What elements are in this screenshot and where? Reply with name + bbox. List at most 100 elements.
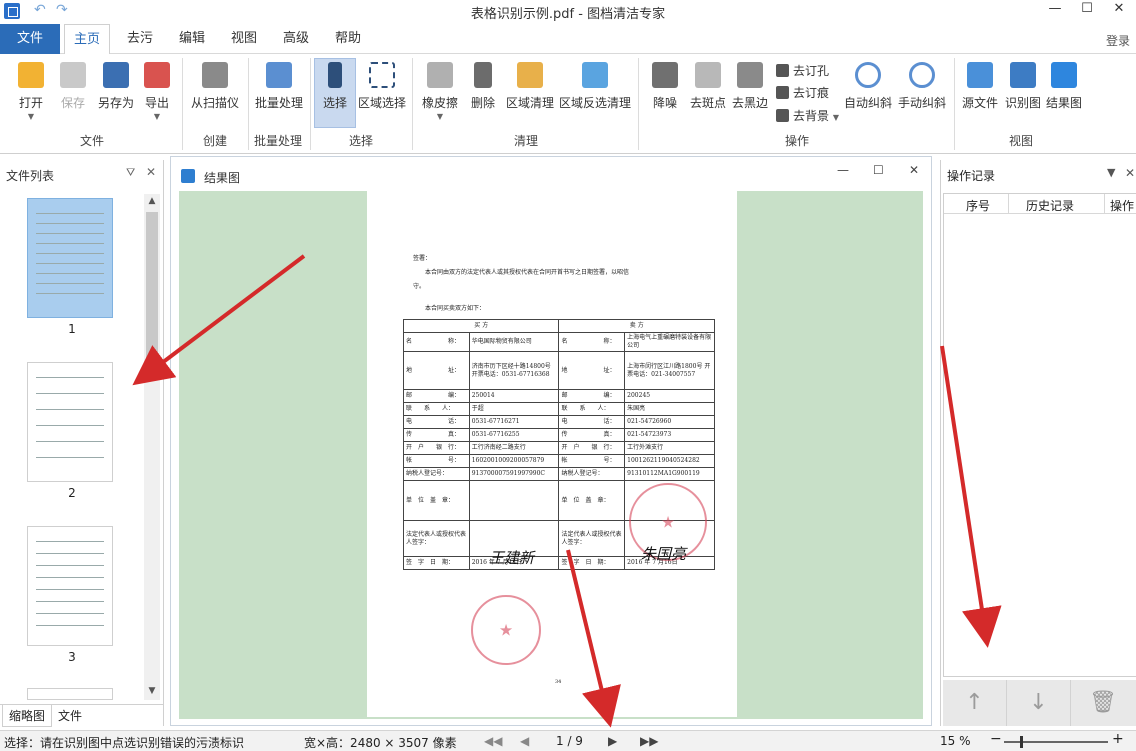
auto-deskew-label: 自动纠斜 xyxy=(843,96,892,110)
table-cell: 济南市历下区经十路14800号 开票电话：0531-67716368 xyxy=(468,351,560,390)
region-clean-button[interactable]: 区域清理 xyxy=(506,62,554,111)
remove-background-button[interactable]: 去背景 ▼ xyxy=(776,107,839,124)
operation-log-title: 操作记录 xyxy=(947,169,996,183)
table-cell: 开 户 银 行： xyxy=(403,441,470,455)
source-view-label: 源文件 xyxy=(961,96,998,110)
first-page-icon[interactable]: ◀◀ xyxy=(484,734,502,748)
divider xyxy=(310,58,311,150)
divider xyxy=(412,58,413,150)
auto-deskew-button[interactable]: 自动纠斜 xyxy=(842,62,894,111)
group-select-label: 选择 xyxy=(348,134,373,148)
page-indicator: 1 / 9 xyxy=(556,734,583,748)
eraser-button[interactable]: 橡皮擦 ▼ xyxy=(420,62,460,121)
manual-deskew-button[interactable]: 手动纠斜 xyxy=(896,62,948,111)
from-scanner-button[interactable]: 从扫描仪 xyxy=(190,62,240,111)
delete-record-icon[interactable]: 🗑 xyxy=(1071,680,1135,726)
maximize-icon[interactable]: ☐ xyxy=(873,163,884,177)
chevron-down-icon[interactable]: ▼ xyxy=(1107,166,1115,179)
filter-icon[interactable]: ⛛ xyxy=(126,166,135,180)
table-cell: 91310112MA1G900119 xyxy=(624,467,715,481)
move-down-icon[interactable]: ↓ xyxy=(1007,680,1071,726)
table-row: 电 话： 0531-67716271 电 话： 021-54726960 xyxy=(403,415,715,429)
open-button[interactable]: 打开 ▼ xyxy=(16,62,46,121)
close-icon[interactable]: ✕ xyxy=(146,165,156,179)
region-select-label: 区域选择 xyxy=(358,96,407,110)
region-inverse-clean-button[interactable]: 区域反选清理 xyxy=(558,62,632,111)
delete-button[interactable]: 删除 xyxy=(468,62,498,111)
table-cell: 021-54726960 xyxy=(624,415,715,429)
zoom-slider[interactable] xyxy=(1004,736,1108,748)
prev-page-icon[interactable]: ◀ xyxy=(520,734,529,748)
result-view-header: 结果图 — ☐ ✕ xyxy=(171,157,931,189)
tab-view[interactable]: 视图 xyxy=(222,24,266,54)
minimize-icon[interactable]: — xyxy=(837,163,849,177)
batch-button[interactable]: 批量处理 xyxy=(254,62,304,111)
remove-marks-button[interactable]: 去订痕 xyxy=(776,84,829,101)
table-cell: 法定代表人或授权代表人签字： xyxy=(403,520,470,557)
page-thumbnail-1[interactable] xyxy=(27,198,113,318)
remove-holes-button[interactable]: 去订孔 xyxy=(776,62,829,79)
page-thumbnail-4[interactable] xyxy=(27,688,113,700)
batch-icon xyxy=(266,62,292,88)
remove-black-edge-button[interactable]: 去黑边 xyxy=(730,62,770,111)
spot-eraser-icon xyxy=(695,62,721,88)
export-icon xyxy=(144,62,170,88)
scrollbar-thumb[interactable] xyxy=(146,212,158,372)
staple-mark-icon xyxy=(776,86,789,99)
document-canvas[interactable]: 签署： 本合同由双方的法定代表人或其授权代表在合同开首书写之日期签署，以昭信 守… xyxy=(179,191,923,719)
page-thumbnail-2[interactable] xyxy=(27,362,113,482)
save-as-button[interactable]: 另存为 xyxy=(96,62,136,111)
region-select-button[interactable]: 区域选择 xyxy=(358,62,406,111)
maximize-button[interactable]: ☐ xyxy=(1072,1,1102,19)
export-button[interactable]: 导出 ▼ xyxy=(142,62,172,121)
next-page-icon[interactable]: ▶ xyxy=(608,734,617,748)
source-view-button[interactable]: 源文件 xyxy=(960,62,1000,111)
login-link[interactable]: 登录 xyxy=(1106,32,1130,49)
tab-file[interactable]: 文件 xyxy=(52,705,88,727)
table-row: 传 真： 0531-67716255 传 真： 021-54723973 xyxy=(403,428,715,442)
close-icon[interactable]: ✕ xyxy=(909,163,919,177)
save-button[interactable]: 保存 xyxy=(58,62,88,111)
close-icon[interactable]: ✕ xyxy=(1125,166,1135,180)
select-button[interactable]: 选择 xyxy=(318,62,352,111)
zoom-in-icon[interactable]: + xyxy=(1112,731,1124,747)
remove-spots-button[interactable]: 去斑点 xyxy=(688,62,728,111)
table-cell: 法定代表人或授权代表人签字： xyxy=(558,520,626,557)
company-seal-stamp: ★ xyxy=(471,595,541,665)
document-page[interactable]: 签署： 本合同由双方的法定代表人或其授权代表在合同开首书写之日期签署，以昭信 守… xyxy=(367,191,737,717)
tab-help[interactable]: 帮助 xyxy=(326,24,370,54)
col-index: 序号 xyxy=(966,199,991,213)
table-cell: 上海市闵行区江川路1800号 开票电话：021-34007557 xyxy=(624,351,715,390)
tab-home[interactable]: 主页 xyxy=(64,24,110,55)
table-cell: 0531-67716255 xyxy=(468,428,560,442)
thumbnail-scrollbar[interactable]: ▲ ▼ xyxy=(144,194,160,700)
recognized-view-button[interactable]: 识别图 xyxy=(1004,62,1042,111)
last-page-icon[interactable]: ▶▶ xyxy=(640,734,658,748)
buyer-signature: 王建新 xyxy=(489,549,535,567)
col-history: 历史记录 xyxy=(1026,199,1075,213)
zoom-slider-thumb[interactable] xyxy=(1020,736,1023,748)
divider xyxy=(638,58,639,150)
minimize-button[interactable]: — xyxy=(1040,1,1070,19)
table-cell: 单 位 盖 章： xyxy=(558,480,626,521)
header-buyer: 买 方 xyxy=(402,319,560,333)
file-menu-tab[interactable]: 文件 xyxy=(0,24,60,54)
table-cell: 913700007591997990C xyxy=(468,467,560,481)
denoise-button[interactable]: 降噪 xyxy=(648,62,682,111)
scroll-up-icon[interactable]: ▲ xyxy=(144,196,160,206)
scroll-down-icon[interactable]: ▼ xyxy=(144,686,160,696)
tab-advanced[interactable]: 高级 xyxy=(274,24,318,54)
page-thumbnail-3[interactable] xyxy=(27,526,113,646)
remove-background-label: 去背景 xyxy=(793,109,830,123)
result-view-button[interactable]: 结果图 xyxy=(1044,62,1084,111)
zoom-out-icon[interactable]: − xyxy=(990,731,1002,747)
tab-clean[interactable]: 去污 xyxy=(118,24,162,54)
tab-edit[interactable]: 编辑 xyxy=(170,24,214,54)
background-icon xyxy=(776,109,789,122)
move-up-icon[interactable]: ↑ xyxy=(943,680,1007,726)
close-button[interactable]: ✕ xyxy=(1104,1,1134,19)
save-label: 保存 xyxy=(60,96,85,110)
table-cell: 021-54723973 xyxy=(624,428,715,442)
table-cell: 邮 编： xyxy=(558,389,626,403)
tab-thumbnail[interactable]: 缩略图 xyxy=(2,705,53,727)
